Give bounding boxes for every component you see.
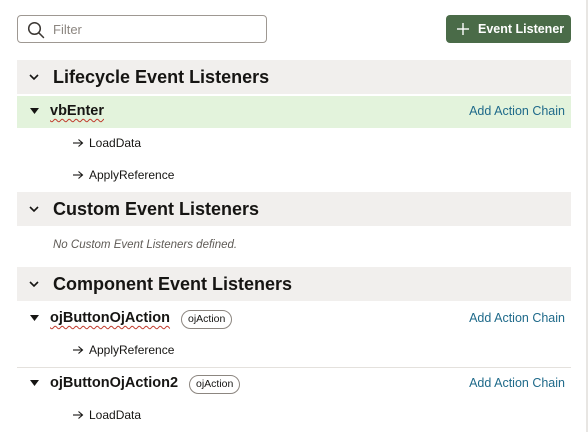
arrow-right-icon bbox=[73, 171, 84, 179]
event-row-ojbuttonojaction[interactable]: ojButtonOjAction ojAction Add Action Cha… bbox=[17, 303, 571, 335]
event-row-ojbuttonojaction2[interactable]: ojButtonOjAction2 ojAction Add Action Ch… bbox=[17, 367, 571, 399]
add-action-chain-link[interactable]: Add Action Chain bbox=[469, 104, 565, 118]
add-action-chain-link[interactable]: Add Action Chain bbox=[469, 376, 565, 390]
action-chain-name: LoadData bbox=[89, 136, 142, 150]
arrow-right-icon bbox=[73, 411, 84, 419]
event-name: ojButtonOjAction bbox=[50, 310, 171, 326]
filter-box[interactable] bbox=[17, 15, 267, 43]
section-header-lifecycle[interactable]: Lifecycle Event Listeners bbox=[17, 60, 571, 94]
caret-down-icon[interactable] bbox=[30, 380, 39, 387]
filter-input[interactable] bbox=[53, 19, 258, 39]
action-chain-name: ApplyReference bbox=[89, 168, 175, 182]
event-name: vbEnter bbox=[50, 103, 104, 119]
add-action-chain-link[interactable]: Add Action Chain bbox=[469, 311, 565, 325]
event-row-vbenter[interactable]: vbEnter Add Action Chain bbox=[17, 96, 571, 128]
chevron-down-icon bbox=[29, 74, 39, 81]
arrow-right-icon bbox=[73, 346, 84, 354]
action-chain-name: LoadData bbox=[89, 408, 142, 422]
chevron-down-icon bbox=[29, 206, 39, 213]
action-chain-item[interactable]: ApplyReference bbox=[17, 335, 571, 367]
empty-state-text: No Custom Event Listeners defined. bbox=[53, 239, 238, 251]
event-type-badge: ojAction bbox=[189, 375, 241, 394]
section-title: Lifecycle Event Listeners bbox=[53, 66, 270, 87]
section-header-component[interactable]: Component Event Listeners bbox=[17, 267, 571, 301]
add-event-listener-button[interactable]: Event Listener bbox=[446, 15, 571, 43]
action-chain-item[interactable]: ApplyReference bbox=[17, 160, 571, 192]
add-event-listener-label: Event Listener bbox=[478, 22, 565, 36]
caret-down-icon[interactable] bbox=[30, 315, 39, 322]
toolbar: Event Listener bbox=[0, 0, 588, 60]
section-title: Component Event Listeners bbox=[53, 273, 293, 294]
chevron-down-icon bbox=[29, 281, 39, 288]
action-chain-item[interactable]: LoadData bbox=[17, 400, 571, 432]
event-type-badge: ojAction bbox=[181, 310, 233, 329]
plus-icon bbox=[457, 23, 469, 35]
section-title: Custom Event Listeners bbox=[53, 198, 260, 219]
action-chain-item[interactable]: LoadData bbox=[17, 128, 571, 160]
action-chain-name: ApplyReference bbox=[89, 343, 175, 357]
arrow-right-icon bbox=[73, 139, 84, 147]
event-name: ojButtonOjAction2 bbox=[50, 375, 179, 391]
caret-down-icon[interactable] bbox=[30, 108, 39, 115]
search-icon bbox=[27, 21, 45, 39]
section-header-custom[interactable]: Custom Event Listeners bbox=[17, 192, 571, 226]
